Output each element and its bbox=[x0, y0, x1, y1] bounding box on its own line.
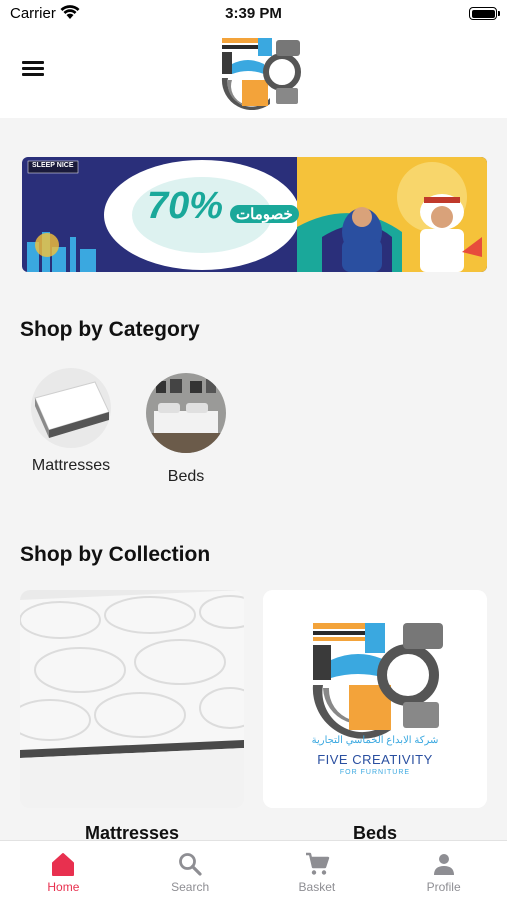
banner-arabic-text: خصومات bbox=[230, 205, 299, 223]
tab-profile[interactable]: Profile bbox=[380, 841, 507, 900]
collection-card-mattresses[interactable] bbox=[20, 590, 244, 808]
banner-brand: SLEEP NICE bbox=[32, 162, 74, 169]
cart-icon bbox=[305, 852, 330, 875]
banner-discount: 70% bbox=[147, 185, 224, 227]
tab-search[interactable]: Search bbox=[127, 841, 254, 900]
category-label-beds: Beds bbox=[167, 468, 205, 485]
five-creativity-logo-icon[interactable] bbox=[218, 34, 306, 110]
category-item-mattresses[interactable]: Mattresses bbox=[26, 368, 116, 476]
tab-home[interactable]: Home bbox=[0, 841, 127, 900]
status-time: 3:39 PM bbox=[225, 5, 282, 22]
logo-subtext: FOR FURNITURE bbox=[339, 769, 411, 776]
tab-label-basket: Basket bbox=[298, 880, 336, 894]
status-bar: Carrier 3:39 PM bbox=[0, 0, 507, 28]
category-label-mattresses: Mattresses bbox=[31, 457, 111, 474]
home-icon bbox=[52, 853, 75, 876]
tab-label-search: Search bbox=[171, 880, 210, 894]
logo-arabic-text: شركة الابداع الخماسي التجارية bbox=[311, 735, 439, 746]
search-icon bbox=[179, 853, 202, 876]
hamburger-menu-icon[interactable] bbox=[20, 58, 50, 84]
bed-image bbox=[146, 373, 226, 453]
shop-by-collection-title: Shop by Collection bbox=[20, 543, 211, 566]
collection-card-beds[interactable]: شركة الابداع الخماسي التجارية FIVE CREAT… bbox=[263, 590, 487, 808]
tab-basket[interactable]: Basket bbox=[254, 841, 381, 900]
mattress-image bbox=[31, 368, 111, 448]
tab-label-profile: Profile bbox=[426, 880, 461, 894]
battery-icon bbox=[469, 7, 500, 20]
person-icon bbox=[433, 854, 454, 875]
bottom-tab-bar: Home Search Basket Profile bbox=[0, 840, 507, 900]
mattress-collection-image bbox=[20, 590, 244, 808]
tab-label-home: Home bbox=[47, 880, 80, 894]
logo-brand-text: FIVE CREATIVITY bbox=[317, 752, 433, 767]
promo-banner[interactable]: SLEEP NICE 70% خصومات bbox=[22, 157, 487, 272]
shop-by-category-title: Shop by Category bbox=[20, 318, 200, 341]
category-item-beds[interactable]: Beds bbox=[141, 373, 231, 487]
app-header bbox=[0, 28, 507, 118]
